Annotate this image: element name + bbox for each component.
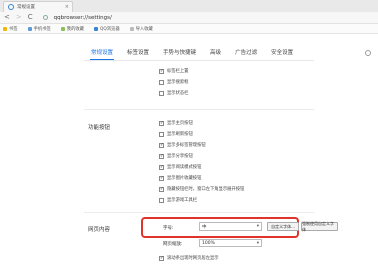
checkbox[interactable]: ✓ bbox=[159, 142, 164, 148]
forward-button[interactable]: > bbox=[16, 14, 22, 21]
zoom-select[interactable]: 100% ▾ bbox=[199, 239, 262, 247]
checkbox-share-button[interactable]: ✓ 显示分享按钮 bbox=[159, 152, 193, 160]
title-bar: 常规设置 × bbox=[0, 0, 378, 12]
tab-title: 常规设置 bbox=[17, 5, 35, 10]
back-button[interactable]: < bbox=[4, 14, 10, 21]
bookmark-bookmarks[interactable]: 书签 bbox=[3, 26, 18, 32]
nav-divider bbox=[84, 60, 314, 61]
checkbox-multitab-button[interactable]: ✓ 显示多标签管理按钮 bbox=[159, 141, 206, 149]
tab-general[interactable]: 常规设置 bbox=[84, 48, 120, 60]
zoom-label: 网页缩放: bbox=[163, 242, 183, 247]
qq-icon bbox=[93, 26, 98, 31]
refresh-button[interactable]: C bbox=[28, 14, 33, 21]
checkbox-tabbar-top[interactable]: ✓ 标签栏上置 bbox=[159, 67, 188, 75]
checkbox[interactable] bbox=[159, 131, 164, 137]
settings-icon bbox=[8, 4, 14, 10]
page-info-icon[interactable] bbox=[42, 15, 48, 20]
tab-adblock[interactable]: 广告过滤 bbox=[228, 48, 264, 60]
checkbox-show-statusbar[interactable]: 显示状态栏 bbox=[159, 89, 188, 97]
bookmark-qqbrowser[interactable]: QQ浏览器 bbox=[93, 26, 120, 32]
checkbox-show-search[interactable]: 显示搜索框 bbox=[159, 78, 188, 86]
bookmark-mobile[interactable]: 手机书签 bbox=[27, 26, 51, 32]
checkbox[interactable]: ✓ bbox=[159, 175, 164, 181]
tab-advanced[interactable]: 高级 bbox=[203, 48, 228, 60]
checkbox[interactable]: ✓ bbox=[159, 153, 164, 159]
force-custom-font-button[interactable]: 强制使用自定义字体 bbox=[301, 221, 338, 232]
close-tab-icon[interactable]: × bbox=[65, 4, 69, 10]
checkbox[interactable] bbox=[159, 197, 164, 203]
tab-security[interactable]: 安全设置 bbox=[264, 48, 300, 60]
checkbox[interactable]: ✓ bbox=[159, 120, 164, 126]
section-divider bbox=[84, 109, 314, 110]
checkbox[interactable] bbox=[159, 90, 164, 96]
settings-tabs: 常规设置 标签设置 手势与快捷键 高级 广告过滤 安全设置 bbox=[84, 44, 300, 60]
checkbox-game-toolbar[interactable]: 显示游戏工具栏 bbox=[159, 196, 197, 204]
checkbox-refresh-button[interactable]: 显示刷新按钮 bbox=[159, 130, 193, 138]
bookmark-import[interactable]: 导入收藏 bbox=[129, 26, 153, 32]
folder-icon bbox=[60, 26, 65, 31]
checkbox-expand-button[interactable]: ✓ 隐藏按钮栏时，窗口左下角显示展开按钮 bbox=[159, 185, 244, 193]
checkbox-reader-button[interactable]: ✓ 显示阅读模式按钮 bbox=[159, 163, 201, 171]
checkbox-scroll-left[interactable]: ✓ 滚动条出现时网页居左显示 bbox=[159, 254, 219, 262]
checkbox[interactable]: ✓ bbox=[159, 255, 164, 261]
checkbox[interactable]: ✓ bbox=[159, 68, 164, 74]
tab-gestures[interactable]: 手势与快捷键 bbox=[156, 48, 203, 60]
tab-tabs[interactable]: 标签设置 bbox=[120, 48, 156, 60]
section-web-content: 网页内容 bbox=[88, 227, 111, 233]
address-bar: < > C qqbrowser://settings/ bbox=[0, 12, 378, 24]
checkbox[interactable]: ✓ bbox=[159, 186, 164, 192]
star-icon bbox=[3, 26, 7, 31]
section-func-buttons: 功能按钮 bbox=[88, 125, 111, 131]
font-size-select[interactable]: 中 ▾ bbox=[199, 222, 262, 231]
bookmarks-bar: 书签 手机书签 我的收藏 QQ浏览器 导入收藏 bbox=[0, 24, 378, 34]
import-icon bbox=[129, 26, 134, 31]
chevron-down-icon: ▾ bbox=[256, 241, 259, 246]
chevron-down-icon: ▾ bbox=[256, 224, 259, 229]
checkbox-image-fav-button[interactable]: ✓ 显示图片收藏按钮 bbox=[159, 174, 201, 182]
checkbox[interactable]: ✓ bbox=[159, 164, 164, 170]
section-divider bbox=[84, 212, 314, 213]
folder-icon bbox=[27, 26, 32, 31]
browser-tab[interactable]: 常规设置 × bbox=[3, 1, 73, 12]
url-input[interactable]: qqbrowser://settings/ bbox=[54, 15, 112, 21]
checkbox[interactable] bbox=[159, 79, 164, 85]
font-size-label: 字号: bbox=[163, 226, 174, 231]
settings-side-icon[interactable] bbox=[365, 50, 371, 56]
checkbox-home-button[interactable]: ✓ 显示主页按钮 bbox=[159, 119, 193, 127]
custom-font-button[interactable]: 自定义字体... bbox=[267, 222, 299, 231]
bookmark-favorites[interactable]: 我的收藏 bbox=[60, 26, 84, 32]
